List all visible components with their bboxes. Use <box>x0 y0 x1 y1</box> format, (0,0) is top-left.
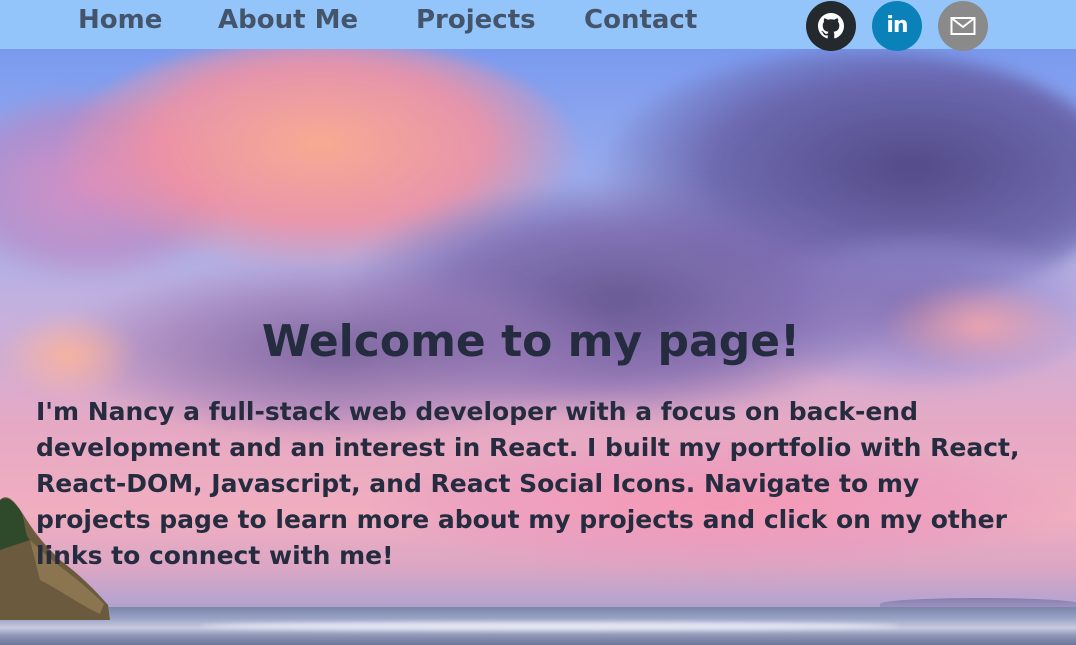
top-navigation-bar: Home About Me Projects Contact in <box>0 0 1076 51</box>
email-link[interactable] <box>938 1 988 51</box>
github-link[interactable] <box>806 1 856 51</box>
linkedin-icon: in <box>886 12 908 38</box>
wave-foam <box>200 622 900 630</box>
nav-link-about-me[interactable]: About Me <box>218 2 358 38</box>
nav-link-home[interactable]: Home <box>78 2 162 38</box>
mail-icon <box>950 17 976 35</box>
github-icon <box>818 13 844 39</box>
page-title: Welcome to my page! <box>261 316 801 367</box>
intro-paragraph: I'm Nancy a full-stack web developer wit… <box>36 397 1020 570</box>
nav-link-projects[interactable]: Projects <box>416 2 536 38</box>
nav-link-contact[interactable]: Contact <box>584 2 697 38</box>
linkedin-link[interactable]: in <box>872 1 922 51</box>
